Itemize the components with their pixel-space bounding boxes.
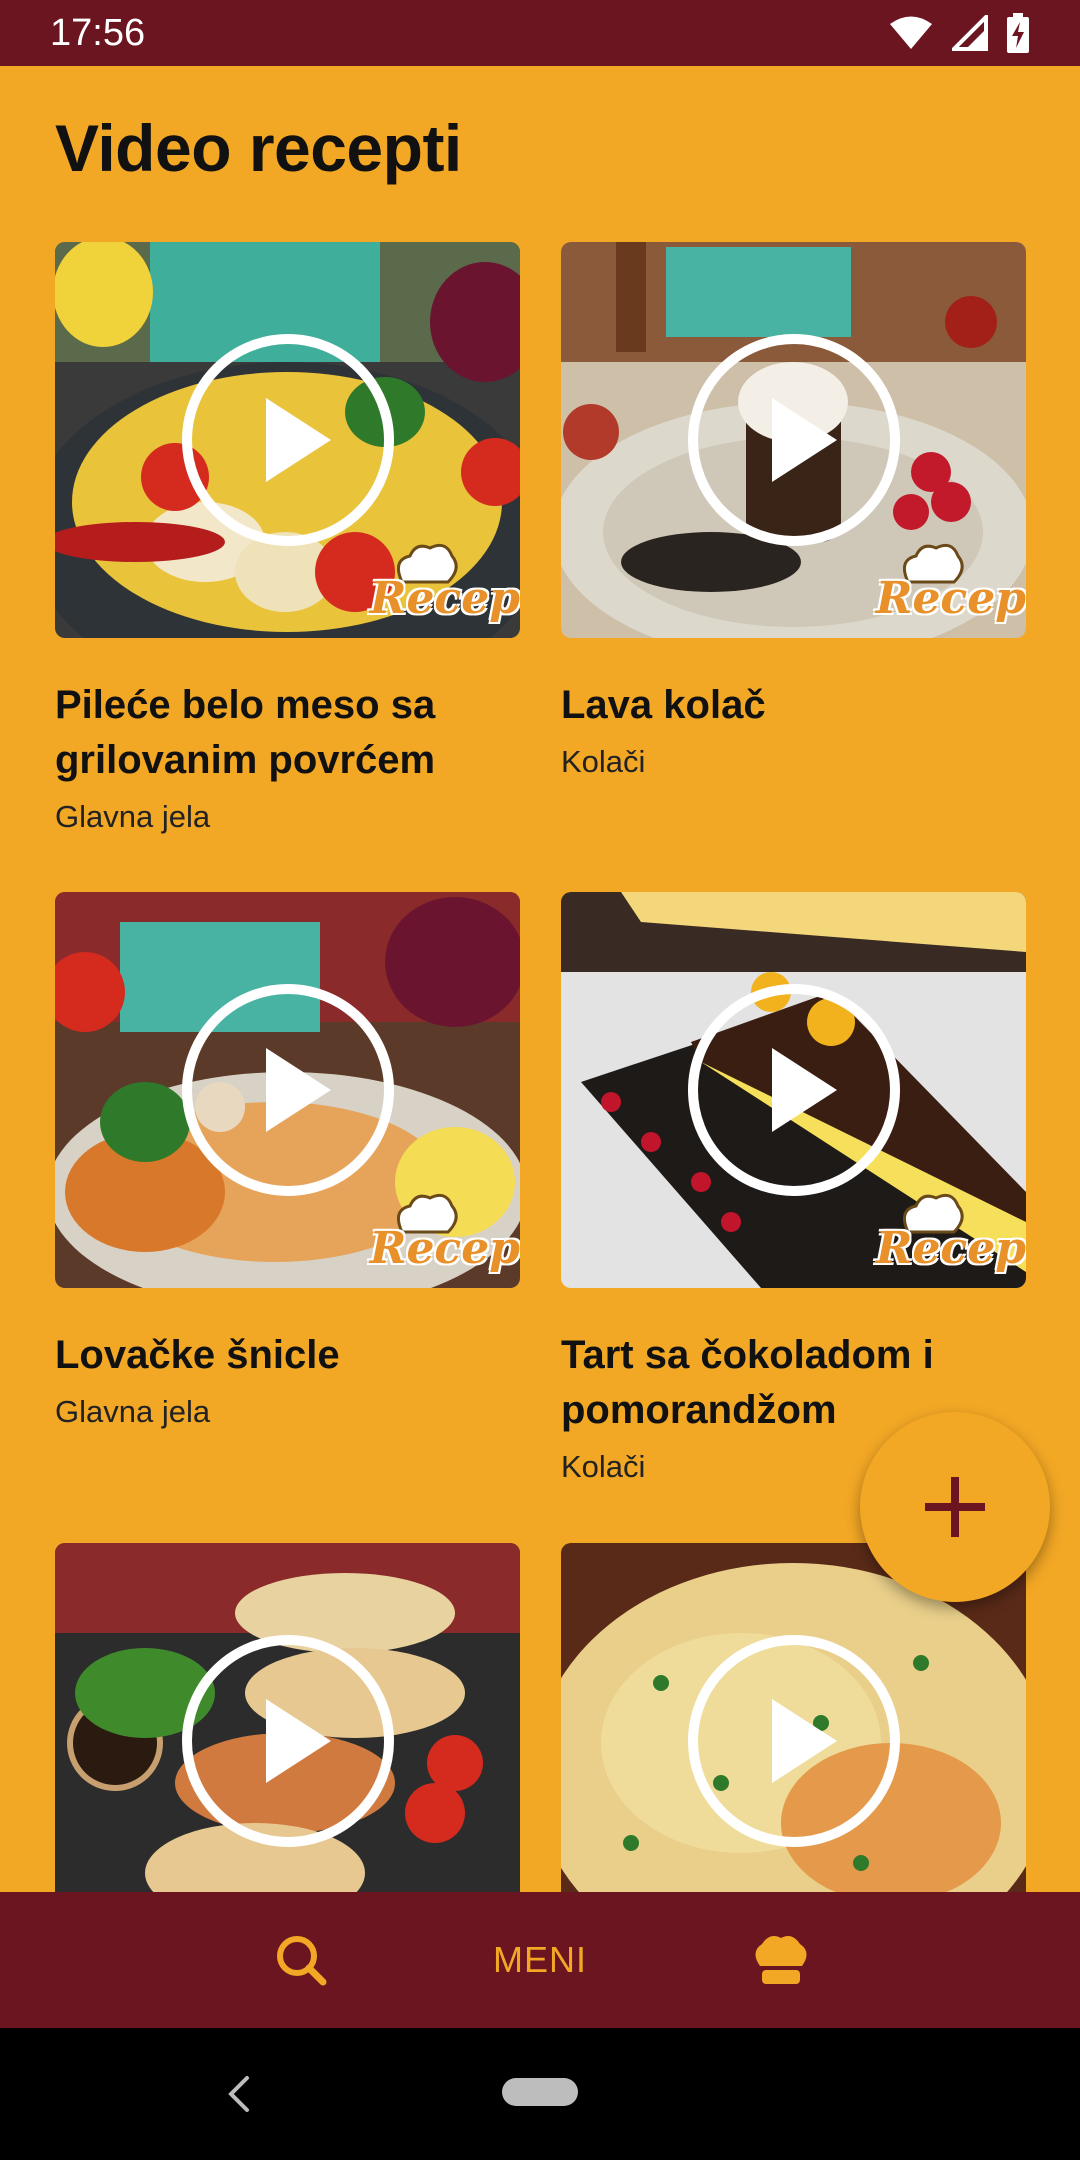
recipe-title[interactable]: Lovačke šnicle [55, 1328, 520, 1383]
recipe-category: Kolači [561, 744, 646, 779]
plus-icon [925, 1477, 985, 1537]
video-thumbnail[interactable] [55, 1543, 520, 1939]
home-pill-button[interactable] [502, 2078, 578, 2106]
play-icon[interactable] [181, 1634, 395, 1848]
video-thumbnail[interactable] [561, 1543, 1026, 1939]
watermark: Recep [369, 1223, 520, 1274]
signal-icon [952, 15, 988, 51]
chef-hat-icon[interactable] [750, 1932, 812, 1988]
system-navigation-bar [0, 2028, 1080, 2160]
recipe-category: Glavna jela [55, 799, 211, 834]
battery-charging-icon [1007, 13, 1029, 53]
video-thumbnail[interactable]: Recep [561, 892, 1026, 1288]
recipe-title[interactable]: Lava kolač [561, 678, 1026, 733]
status-time: 17:56 [50, 11, 146, 54]
recipe-title[interactable]: Pileće belo meso sa grilovanim povrćem [55, 678, 520, 788]
play-icon[interactable] [687, 983, 901, 1197]
watermark: Recep [875, 1223, 1026, 1274]
play-icon[interactable] [181, 983, 395, 1197]
page-title: Video recepti [55, 111, 462, 185]
recipe-category: Glavna jela [55, 1394, 211, 1429]
search-icon[interactable] [273, 1932, 329, 1988]
play-icon[interactable] [687, 333, 901, 547]
play-icon[interactable] [687, 1634, 901, 1848]
video-thumbnail[interactable]: Recep [55, 892, 520, 1288]
status-icons [888, 13, 1030, 53]
video-thumbnail[interactable]: Recep [55, 242, 520, 638]
recipe-card[interactable]: Recep Lovačke šnicle Glavna jela [55, 892, 520, 1437]
watermark: Recep [369, 573, 520, 624]
watermark: Recep [875, 573, 1026, 624]
menu-button[interactable]: MENI [440, 1930, 640, 1990]
back-icon[interactable] [225, 2074, 253, 2114]
wifi-icon [890, 16, 932, 49]
recipe-card[interactable]: Recep Tart sa čokoladom i pomorandžom Ko… [561, 892, 1026, 1492]
bottom-navigation: MENI [0, 1892, 1080, 2028]
recipe-card[interactable]: Recep Pileće belo meso sa grilovanim pov… [55, 242, 520, 842]
recipe-card[interactable]: Recep Lava kolač Kolači [561, 242, 1026, 787]
video-thumbnail[interactable]: Recep [561, 242, 1026, 638]
status-bar: 17:56 [0, 0, 1080, 66]
play-icon[interactable] [181, 333, 395, 547]
add-fab-button[interactable] [860, 1412, 1050, 1602]
